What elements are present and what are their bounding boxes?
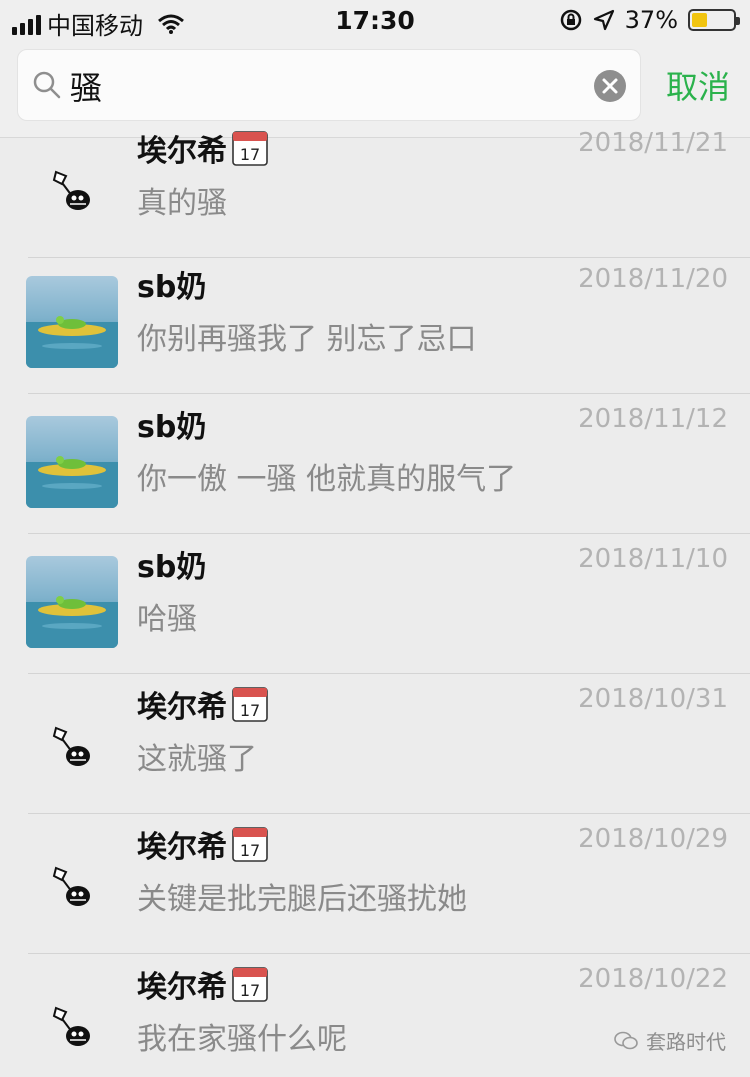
watermark-text: 套路时代 xyxy=(646,1030,726,1054)
search-result-row[interactable]: sb奶 2018/11/10 哈骚 xyxy=(0,534,750,674)
search-result-row[interactable]: sb奶 2018/11/12 你一傲 一骚 他就真的服气了 xyxy=(0,394,750,534)
calendar-icon: 17 xyxy=(232,131,268,166)
status-bar: 中国移动 17:30 37% xyxy=(0,0,750,42)
search-result-row[interactable]: sb奶 2018/11/20 你别再骚我了 别忘了忌口 xyxy=(0,254,750,394)
message-date: 2018/11/21 xyxy=(578,128,728,158)
search-result-row[interactable]: 埃尔希 17 2018/10/31 这就骚了 xyxy=(0,674,750,814)
contact-name-line: sb奶 xyxy=(137,402,206,446)
search-result-row[interactable]: 埃尔希 17 2018/10/22 我在家骚什么呢 xyxy=(0,954,750,1077)
location-arrow-icon xyxy=(593,9,614,31)
message-date: 2018/11/10 xyxy=(578,544,728,574)
search-icon xyxy=(33,71,61,99)
battery-nub xyxy=(736,17,740,25)
contact-name-line: 埃尔希 17 xyxy=(137,126,269,170)
svg-text:17: 17 xyxy=(240,701,260,720)
search-result-row[interactable]: 埃尔希 17 2018/10/29 关键是批完腿后还骚扰她 xyxy=(0,814,750,954)
calendar-icon: 17 xyxy=(232,687,268,722)
message-date: 2018/11/20 xyxy=(578,264,728,294)
message-snippet: 哈骚 xyxy=(137,602,197,637)
message-snippet: 你别再骚我了 别忘了忌口 xyxy=(137,322,477,357)
message-snippet: 这就骚了 xyxy=(137,742,257,777)
wechat-channel-icon xyxy=(614,1031,638,1049)
contact-name: 埃尔希 xyxy=(137,690,227,725)
calendar-icon: 17 xyxy=(232,827,268,862)
skull-avatar[interactable] xyxy=(26,140,118,232)
contact-name: sb奶 xyxy=(137,270,207,305)
contact-name: 埃尔希 xyxy=(137,830,227,865)
contact-name-line: 埃尔希 17 xyxy=(137,962,269,1006)
frog-avatar[interactable] xyxy=(26,276,118,368)
frog-avatar[interactable] xyxy=(26,416,118,508)
status-right: 37% xyxy=(559,6,740,34)
watermark: 套路时代 xyxy=(614,1026,726,1055)
message-date: 2018/10/22 xyxy=(578,964,728,994)
search-input[interactable] xyxy=(70,58,590,114)
cancel-button[interactable]: 取消 xyxy=(666,62,730,108)
svg-text:17: 17 xyxy=(240,841,260,860)
message-snippet: 我在家骚什么呢 xyxy=(137,1022,347,1057)
battery-level xyxy=(692,13,707,27)
contact-name: 埃尔希 xyxy=(137,134,227,169)
skull-avatar[interactable] xyxy=(26,836,118,928)
message-snippet: 你一傲 一骚 他就真的服气了 xyxy=(137,462,517,497)
contact-name: sb奶 xyxy=(137,410,207,445)
orientation-lock-icon xyxy=(560,9,581,31)
battery-percent: 37% xyxy=(624,6,678,34)
svg-text:17: 17 xyxy=(240,145,260,164)
contact-name: 埃尔希 xyxy=(137,970,227,1005)
message-date: 2018/11/12 xyxy=(578,404,728,434)
clear-search-icon[interactable] xyxy=(594,70,626,102)
message-date: 2018/10/31 xyxy=(578,684,728,714)
message-snippet: 关键是批完腿后还骚扰她 xyxy=(137,882,467,917)
skull-avatar[interactable] xyxy=(26,696,118,788)
skull-avatar[interactable] xyxy=(26,976,118,1068)
search-result-row[interactable]: 埃尔希 17 2018/11/21 真的骚 xyxy=(0,118,750,258)
message-date: 2018/10/29 xyxy=(578,824,728,854)
frog-avatar[interactable] xyxy=(26,556,118,648)
contact-name-line: 埃尔希 17 xyxy=(137,822,269,866)
message-snippet: 真的骚 xyxy=(137,186,227,221)
calendar-icon: 17 xyxy=(232,967,268,1002)
svg-text:17: 17 xyxy=(240,981,260,1000)
contact-name: sb奶 xyxy=(137,550,207,585)
search-box[interactable] xyxy=(17,49,641,121)
contact-name-line: 埃尔希 17 xyxy=(137,682,269,726)
contact-name-line: sb奶 xyxy=(137,542,206,586)
contact-name-line: sb奶 xyxy=(137,262,206,306)
battery-icon xyxy=(688,9,740,31)
